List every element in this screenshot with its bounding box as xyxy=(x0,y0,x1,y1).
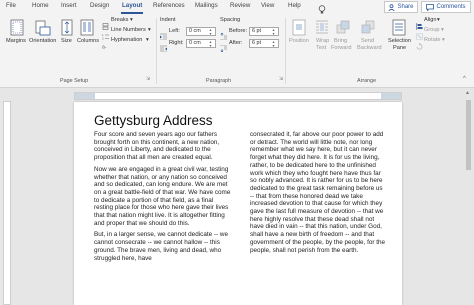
align-dropdown-icon[interactable]: ▾ xyxy=(437,17,440,23)
bring-forward-button-line2: Forward xyxy=(331,45,352,51)
svg-text:a-: a- xyxy=(102,45,107,51)
scrollbar-thumb[interactable] xyxy=(466,100,471,170)
comment-icon xyxy=(426,3,435,11)
share-label: Share xyxy=(397,4,414,10)
ribbon-tab-bar: File Home Insert Design Layout Reference… xyxy=(0,0,474,15)
tab-design[interactable]: Design xyxy=(90,2,109,9)
group-dropdown-icon[interactable]: ▾ xyxy=(441,27,444,33)
group-objects-button[interactable]: Group xyxy=(424,27,440,33)
align-button[interactable]: Align xyxy=(424,17,436,23)
indent-header: Indent xyxy=(160,17,176,23)
active-tab-indicator xyxy=(121,12,143,14)
arrange-group-label: Arrange xyxy=(357,78,377,84)
page-setup-group-label: Page Setup xyxy=(60,78,89,84)
tab-mailings[interactable]: Mailings xyxy=(195,2,218,9)
document-title[interactable]: Gettysburg Address xyxy=(94,113,213,128)
indent-left-label: Left: xyxy=(169,28,180,34)
line-numbers-dropdown-icon[interactable]: ▾ xyxy=(148,27,151,33)
rotate-icon xyxy=(416,37,423,55)
paragraph[interactable]: Four score and seven years ago our fathe… xyxy=(94,131,232,162)
selection-pane-button-line2: Pane xyxy=(393,45,407,51)
tab-review[interactable]: Review xyxy=(230,2,250,9)
spacing-before-label: Before: xyxy=(229,28,248,34)
tab-view[interactable]: View xyxy=(261,2,274,9)
scroll-up-icon[interactable]: ▲ xyxy=(465,90,470,96)
send-backward-button-line2: Backward xyxy=(357,45,382,51)
vertical-scrollbar[interactable]: ▲ xyxy=(463,88,474,305)
hyphenation-icon: a- xyxy=(102,37,109,55)
paragraph-launcher-icon[interactable]: ⇲ xyxy=(279,76,283,82)
document-page[interactable]: Gettysburg Address Four score and seven … xyxy=(74,102,402,305)
tab-references[interactable]: References xyxy=(153,2,185,9)
tab-layout[interactable]: Layout xyxy=(122,2,142,9)
indent-left-input[interactable]: 0 cm xyxy=(186,27,216,36)
ruler-left-margin xyxy=(75,93,95,99)
columns-button[interactable]: Columns xyxy=(77,38,99,44)
paragraph[interactable]: Now we are engaged in a great civil war,… xyxy=(94,166,232,228)
text-column-left[interactable]: Four score and seven years ago our fathe… xyxy=(94,131,232,266)
collapse-ribbon-icon[interactable]: ^ xyxy=(463,76,466,82)
rotate-button[interactable]: Rotate xyxy=(424,37,440,43)
size-button[interactable]: Size xyxy=(61,38,72,44)
paragraph-group-label: Paragraph xyxy=(206,78,232,84)
horizontal-ruler[interactable] xyxy=(74,92,402,100)
spacing-after-label: After: xyxy=(229,40,243,46)
paragraph[interactable]: consecrated it, far above our poor power… xyxy=(250,131,386,254)
margins-button[interactable]: Margins xyxy=(6,38,26,44)
position-button[interactable]: Position xyxy=(289,38,309,44)
hyphenation-dropdown-icon[interactable]: ▾ xyxy=(146,37,149,43)
bring-forward-button[interactable]: Bring xyxy=(334,38,347,44)
ribbon-divider xyxy=(156,18,157,84)
ruler-right-margin xyxy=(381,93,401,99)
page-setup-launcher-icon[interactable]: ⇲ xyxy=(146,76,150,82)
tab-insert[interactable]: Insert xyxy=(61,2,76,9)
rotate-dropdown-icon[interactable]: ▾ xyxy=(442,37,445,43)
spacing-before-input[interactable]: 6 pt xyxy=(249,27,279,36)
indent-right-input[interactable]: 0 cm xyxy=(186,39,216,48)
hyphenation-button[interactable]: Hyphenation xyxy=(111,37,142,43)
share-button[interactable]: Share xyxy=(384,1,418,13)
comments-button[interactable]: Comments xyxy=(421,1,471,13)
spacing-after-icon xyxy=(220,39,227,57)
send-backward-button[interactable]: Send xyxy=(361,38,374,44)
ribbon-divider xyxy=(285,18,286,84)
share-icon xyxy=(388,3,395,11)
text-column-right[interactable]: consecrated it, far above our poor power… xyxy=(250,131,386,258)
breaks-button[interactable]: Breaks xyxy=(111,17,128,23)
tab-file[interactable]: File xyxy=(6,2,16,9)
line-numbers-button[interactable]: Line Numbers xyxy=(111,27,146,33)
ribbon-layout: Margins Orientation Size Columns Breaks … xyxy=(0,15,474,88)
spacing-after-input[interactable]: 6 pt xyxy=(249,39,279,48)
paragraph[interactable]: But, in a larger sense, we cannot dedica… xyxy=(94,231,232,262)
wrap-text-button-line2: Text xyxy=(316,45,327,51)
orientation-button[interactable]: Orientation xyxy=(29,38,56,44)
indent-right-label: Right: xyxy=(169,40,184,46)
selection-pane-button[interactable]: Selection xyxy=(388,38,411,44)
breaks-dropdown-icon[interactable]: ▾ xyxy=(130,17,133,23)
indent-right-icon xyxy=(160,39,167,57)
comments-label: Comments xyxy=(436,4,466,10)
tab-help[interactable]: Help xyxy=(288,2,301,9)
vertical-ruler[interactable] xyxy=(3,101,11,305)
wrap-text-button[interactable]: Wrap xyxy=(316,38,329,44)
spacing-header: Spacing xyxy=(220,17,241,23)
tab-home[interactable]: Home xyxy=(32,2,49,9)
